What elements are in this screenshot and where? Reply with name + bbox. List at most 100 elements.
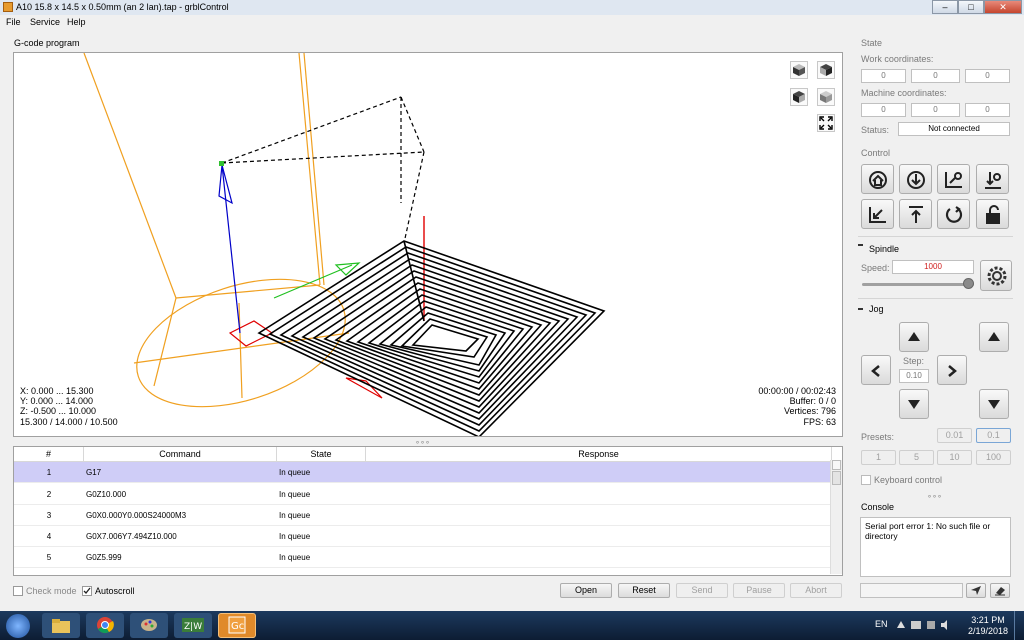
col-header-state[interactable]: State [277,447,366,462]
jog-y-minus-button[interactable] [899,389,929,419]
gcode-group-title: G-code program [14,38,80,48]
keyboard-control-checkbox[interactable] [861,475,871,485]
row-num: 2 [46,490,52,499]
zero-z-button[interactable] [976,164,1009,194]
table-row[interactable]: 4 G0X7.006Y7.494Z10.000 In queue [14,526,830,547]
table-row[interactable]: 3 G0X0.000Y0.000S24000M3 In queue [14,505,830,526]
show-desktop-button[interactable] [1014,611,1024,640]
preset-0-01-button[interactable]: 0.01 [937,428,972,443]
taskbar-paint[interactable] [130,613,168,638]
abort-button[interactable]: Abort [790,583,842,598]
jog-y-plus-button[interactable] [899,322,929,352]
autoscroll-label: Autoscroll [95,586,135,596]
reset-icon [945,206,963,223]
spindle-slider-handle[interactable] [963,278,974,289]
col-header-num[interactable]: # [14,447,84,462]
splitter-handle-right[interactable]: ∘∘∘ [927,492,942,501]
menu-help[interactable]: Help [67,17,86,27]
table-row[interactable]: 1 G17 In queue [14,462,830,483]
maximize-button[interactable]: □ [958,0,984,14]
clock-date: 2/19/2018 [967,626,1009,636]
jog-x-plus-button[interactable] [937,355,967,385]
row-command: G0X0.000Y0.000S24000M3 [86,511,187,520]
row-command: G0Z5.999 [86,553,122,562]
minimize-button[interactable]: – [932,0,958,14]
work-z-field: 0 [965,69,1010,83]
row-num: 4 [46,532,52,541]
zero-xy-icon [945,172,962,188]
jog-group-title: Jog [869,304,884,314]
col-header-response[interactable]: Response [366,447,832,462]
restore-origin-button[interactable] [861,199,894,229]
console-send-button[interactable] [966,583,986,598]
fps-counter: FPS: 63 [803,417,836,427]
arrow-right-icon [948,365,957,377]
bounds-x: X: 0.000 ... 15.300 [20,386,94,396]
cube-iso-view-icon[interactable] [817,88,835,106]
cube-front-view-icon[interactable] [817,61,835,79]
spindle-slider-track[interactable] [862,283,974,286]
preset-1-button[interactable]: 1 [861,450,896,465]
preset-0-1-button[interactable]: 0.1 [976,428,1011,443]
row-num: 5 [46,553,52,562]
reset-button[interactable]: Reset [618,583,670,598]
machine-y-field: 0 [911,103,960,117]
zero-xy-button[interactable] [937,164,970,194]
console-input[interactable] [860,583,963,598]
fit-view-icon[interactable] [817,114,835,132]
bounds-z: Z: -0.500 ... 10.000 [20,406,97,416]
row-num: 1 [46,468,52,477]
machine-x-field: 0 [861,103,906,117]
preset-100-button[interactable]: 100 [976,450,1011,465]
taskbar-chrome[interactable] [86,613,124,638]
unlock-button[interactable] [976,199,1009,229]
pause-button[interactable]: Pause [733,583,785,598]
gcode-visualizer[interactable]: X: 0.000 ... 15.300 Y: 0.000 ... 14.000 … [13,52,843,437]
cube-left-view-icon[interactable] [790,88,808,106]
menu-bar: File Service Help [0,15,1024,30]
row-command: G0Z10.000 [86,490,127,499]
spindle-group-title: Spindle [869,244,900,254]
work-x-field: 0 [861,69,906,83]
check-mode-label: Check mode [26,586,77,596]
console-output[interactable]: Serial port error 1: No such file or dir… [860,517,1011,577]
jog-z-plus-button[interactable] [979,322,1009,352]
preset-5-button[interactable]: 5 [899,450,934,465]
eraser-icon [995,587,1005,596]
check-mode-checkbox[interactable] [13,586,23,596]
safe-position-button[interactable] [899,199,932,229]
gcode-table[interactable]: # Command State Response 1 G17 In queue … [13,446,843,576]
preset-10-button[interactable]: 10 [937,450,972,465]
col-header-command[interactable]: Command [84,447,277,462]
jog-x-minus-button[interactable] [861,355,891,385]
taskbar-explorer[interactable] [42,613,80,638]
bounds-y: Y: 0.000 ... 14.000 [20,396,94,406]
spindle-toggle-button[interactable] [980,260,1012,291]
menu-file[interactable]: File [6,17,21,27]
status-field: Not connected [898,122,1010,136]
autoscroll-checkbox[interactable] [82,586,92,596]
console-clear-button[interactable] [990,583,1010,598]
table-row[interactable]: 5 G0Z5.999 In queue [14,547,830,568]
send-button[interactable]: Send [676,583,728,598]
cube-top-view-icon[interactable] [790,61,808,79]
home-button[interactable] [861,164,894,194]
jog-z-minus-button[interactable] [979,389,1009,419]
taskbar-grblcontrol[interactable]: Gc [218,613,256,638]
reset-grbl-button[interactable] [937,199,970,229]
probe-button[interactable] [899,164,932,194]
title-bar: A10 15.8 x 14.5 x 0.50mm (an 2 lan).tap … [0,0,1024,16]
spindle-speed-field[interactable]: 1000 [892,260,974,274]
language-indicator[interactable]: EN [875,619,888,629]
menu-service[interactable]: Service [30,17,60,27]
keyboard-control-label: Keyboard control [874,475,943,485]
tray-icons[interactable] [895,618,955,632]
open-button[interactable]: Open [560,583,612,598]
taskbar-app[interactable]: Z|W [174,613,212,638]
start-button[interactable] [6,614,30,638]
table-row[interactable]: 2 G0Z10.000 In queue [14,484,830,505]
step-field[interactable]: 0.10 [899,369,929,383]
close-button[interactable]: ✕ [984,0,1022,14]
row-response [368,547,828,568]
table-scrollbar[interactable] [830,460,842,574]
